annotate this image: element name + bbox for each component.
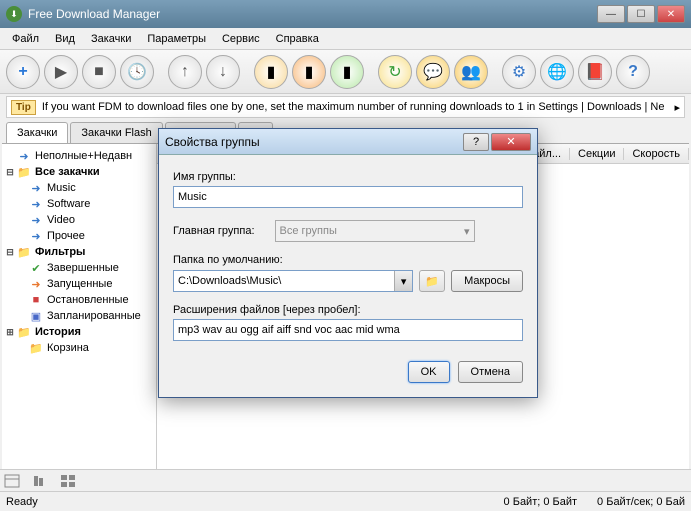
- menu-help[interactable]: Справка: [268, 30, 327, 48]
- globe-button[interactable]: 🌐: [540, 55, 574, 89]
- tree-label: История: [35, 326, 81, 338]
- help-button[interactable]: ?: [616, 55, 650, 89]
- start-button[interactable]: ▶: [44, 55, 78, 89]
- add-button[interactable]: +: [6, 55, 40, 89]
- statusbar: Ready 0 Байт; 0 Байт 0 Байт/сек; 0 Бай: [0, 491, 691, 511]
- tree-label: Завершенные: [47, 262, 119, 274]
- status-bytes: 0 Байт; 0 Байт: [504, 496, 578, 508]
- extensions-label: Расширения файлов [через пробел]:: [173, 304, 523, 316]
- parent-group-label: Главная группа:: [173, 225, 255, 237]
- stop-button[interactable]: ■: [82, 55, 116, 89]
- btab-icon-3[interactable]: [60, 474, 76, 488]
- dialog-close-button[interactable]: ✕: [491, 133, 531, 151]
- tree-software[interactable]: ➜Software: [4, 196, 154, 212]
- titlebar: ⬇ Free Download Manager — ☐ ✕: [0, 0, 691, 28]
- tree-history[interactable]: ⊞📁История: [4, 324, 154, 340]
- tree-label: Все закачки: [35, 166, 100, 178]
- chevron-down-icon: ▾: [464, 225, 470, 238]
- default-folder-input[interactable]: [174, 271, 394, 291]
- tree-incomplete[interactable]: ➜Неполные+Недавн: [4, 148, 154, 164]
- close-button[interactable]: ✕: [657, 5, 685, 23]
- macros-button[interactable]: Макросы: [451, 270, 523, 292]
- tree-video[interactable]: ➜Video: [4, 212, 154, 228]
- ok-button[interactable]: OK: [408, 361, 450, 383]
- menu-downloads[interactable]: Закачки: [83, 30, 139, 48]
- maximize-button[interactable]: ☐: [627, 5, 655, 23]
- tipbar: Tip If you want FDM to download files on…: [6, 96, 685, 118]
- sidebar: ➜Неполные+Недавн ⊟📁Все закачки ➜Music ➜S…: [2, 144, 157, 469]
- btab-icon-1[interactable]: [4, 474, 20, 488]
- col-speed[interactable]: Скорость: [624, 148, 689, 160]
- book-button[interactable]: 📕: [578, 55, 612, 89]
- action1-button[interactable]: ↻: [378, 55, 412, 89]
- menu-file[interactable]: Файл: [4, 30, 47, 48]
- status-ready: Ready: [6, 496, 38, 508]
- parent-group-value: Все группы: [280, 225, 337, 237]
- move-down-button[interactable]: ↓: [206, 55, 240, 89]
- dialog-title: Свойства группы: [165, 135, 461, 149]
- status-speed: 0 Байт/сек; 0 Бай: [597, 496, 685, 508]
- tree-scheduled[interactable]: ▣Запланированные: [4, 308, 154, 324]
- browse-folder-button[interactable]: 📁: [419, 270, 445, 292]
- tip-badge: Tip: [11, 100, 36, 115]
- tree-running[interactable]: ➜Запущенные: [4, 276, 154, 292]
- tree-label: Software: [47, 198, 90, 210]
- toolbar: + ▶ ■ 🕓 ↑ ↓ ▮ ▮ ▮ ↻ 💬 👥 ⚙ 🌐 📕 ?: [0, 50, 691, 94]
- tree-stopped[interactable]: ■Остановленные: [4, 292, 154, 308]
- col-sections[interactable]: Секции: [570, 148, 624, 160]
- menubar: Файл Вид Закачки Параметры Сервис Справк…: [0, 28, 691, 50]
- group-properties-dialog: Свойства группы ? ✕ Имя группы: Главная …: [158, 128, 538, 398]
- move-up-button[interactable]: ↑: [168, 55, 202, 89]
- tip-next-icon[interactable]: ▸: [674, 101, 680, 114]
- tree-trash[interactable]: 📁Корзина: [4, 340, 154, 356]
- mode2-button[interactable]: ▮: [292, 55, 326, 89]
- default-folder-combo[interactable]: ▾: [173, 270, 413, 292]
- extensions-input[interactable]: [173, 319, 523, 341]
- menu-options[interactable]: Параметры: [139, 30, 214, 48]
- tree-music[interactable]: ➜Music: [4, 180, 154, 196]
- action3-button[interactable]: 👥: [454, 55, 488, 89]
- minimize-button[interactable]: —: [597, 5, 625, 23]
- schedule-button[interactable]: 🕓: [120, 55, 154, 89]
- dialog-help-button[interactable]: ?: [463, 133, 489, 151]
- tree-other[interactable]: ➜Прочее: [4, 228, 154, 244]
- menu-service[interactable]: Сервис: [214, 30, 268, 48]
- tree-all[interactable]: ⊟📁Все закачки: [4, 164, 154, 180]
- group-name-label: Имя группы:: [173, 171, 523, 183]
- mode3-button[interactable]: ▮: [330, 55, 364, 89]
- tree-label: Video: [47, 214, 75, 226]
- window-title: Free Download Manager: [28, 7, 597, 21]
- tree-label: Запланированные: [47, 310, 141, 322]
- parent-group-select[interactable]: Все группы ▾: [275, 220, 475, 242]
- chevron-down-icon[interactable]: ▾: [394, 271, 412, 291]
- group-name-input[interactable]: [173, 186, 523, 208]
- tree-label: Остановленные: [47, 294, 129, 306]
- tree-label: Music: [47, 182, 76, 194]
- bottom-tabs: [0, 469, 691, 491]
- tree-label: Запущенные: [47, 278, 112, 290]
- btab-icon-2[interactable]: [32, 474, 48, 488]
- tree-label: Фильтры: [35, 246, 85, 258]
- tab-flash[interactable]: Закачки Flash: [70, 122, 162, 143]
- action2-button[interactable]: 💬: [416, 55, 450, 89]
- tip-text: If you want FDM to download files one by…: [42, 101, 665, 113]
- tree-label: Корзина: [47, 342, 89, 354]
- menu-view[interactable]: Вид: [47, 30, 83, 48]
- tree-label: Прочее: [47, 230, 85, 242]
- cancel-button[interactable]: Отмена: [458, 361, 523, 383]
- app-icon: ⬇: [6, 6, 22, 22]
- settings-button[interactable]: ⚙: [502, 55, 536, 89]
- mode1-button[interactable]: ▮: [254, 55, 288, 89]
- tree-completed[interactable]: ✔Завершенные: [4, 260, 154, 276]
- tab-downloads[interactable]: Закачки: [6, 122, 68, 143]
- dialog-titlebar: Свойства группы ? ✕: [159, 129, 537, 155]
- tree-filters[interactable]: ⊟📁Фильтры: [4, 244, 154, 260]
- default-folder-label: Папка по умолчанию:: [173, 254, 523, 266]
- tree-label: Неполные+Недавн: [35, 150, 132, 162]
